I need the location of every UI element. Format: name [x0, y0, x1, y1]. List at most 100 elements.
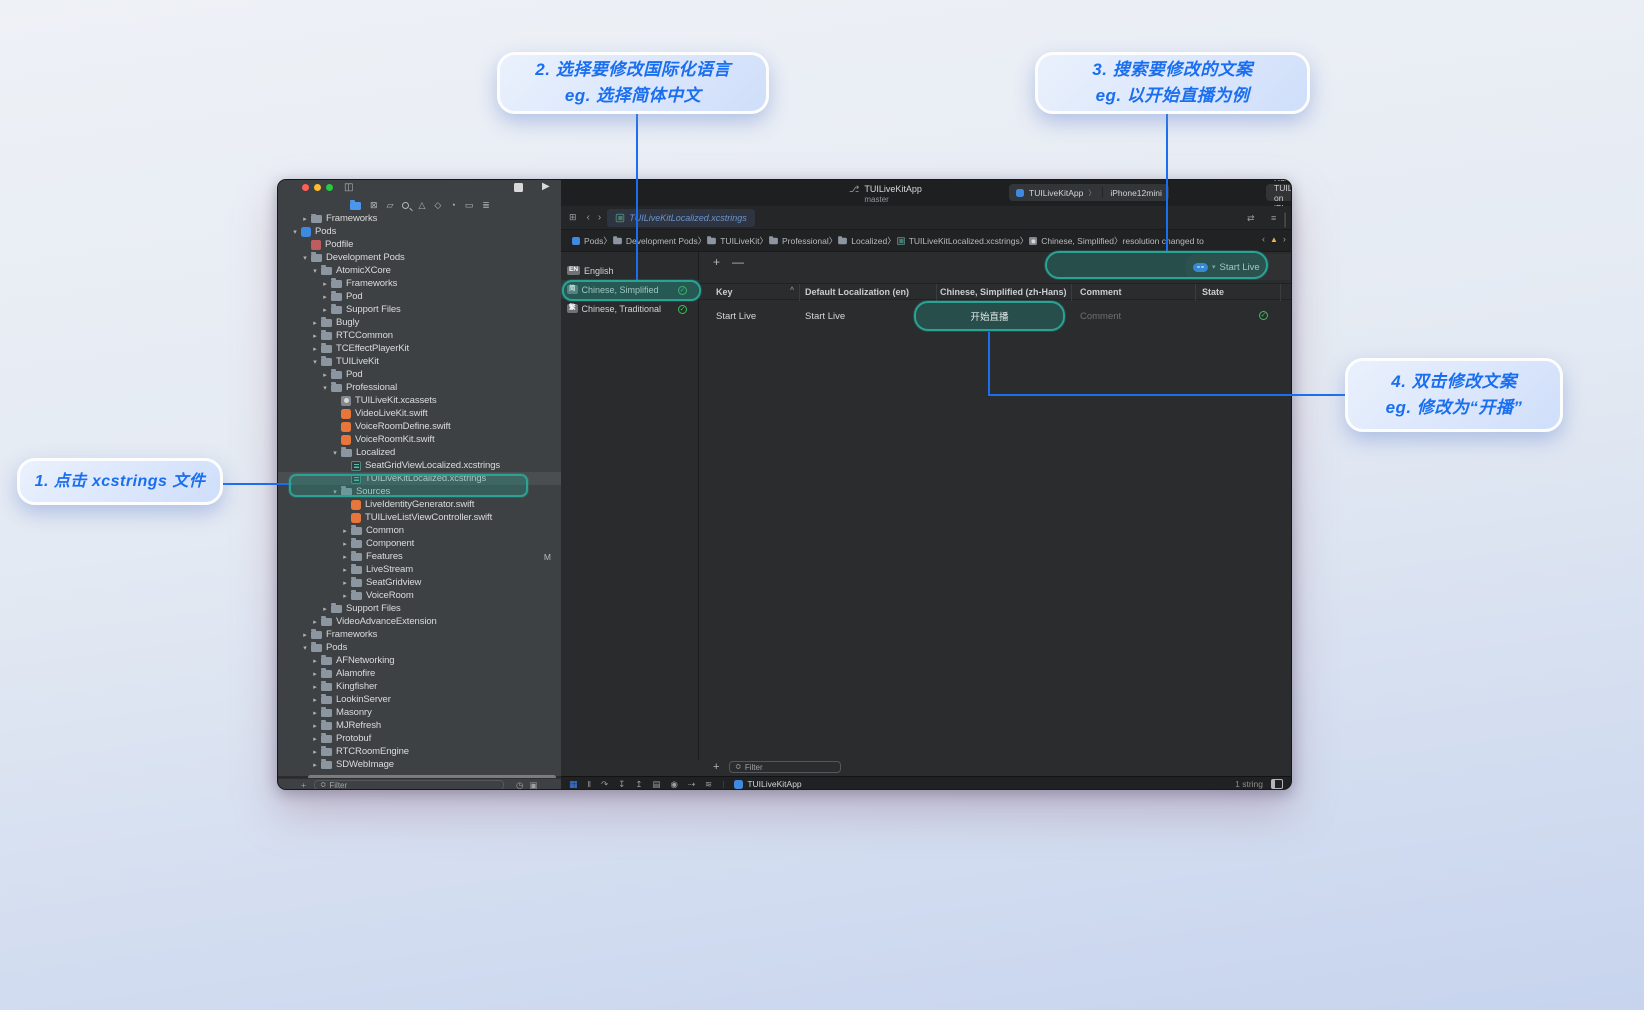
- tree-row-pod[interactable]: ▸Pod: [278, 368, 561, 381]
- tests-icon[interactable]: ◇: [434, 201, 441, 210]
- bottom-panel-icon[interactable]: [1271, 779, 1283, 789]
- sort-indicator-icon[interactable]: ^: [790, 287, 794, 294]
- disclosure-icon[interactable]: ▸: [311, 722, 319, 730]
- tree-row-development-pods[interactable]: ▾Development Pods: [278, 251, 561, 264]
- tree-row-podfile[interactable]: Podfile: [278, 238, 561, 251]
- find-icon[interactable]: [402, 202, 409, 209]
- tree-row-mjrefresh[interactable]: ▸MJRefresh: [278, 719, 561, 732]
- toggle-navigator-icon[interactable]: ◫: [344, 182, 353, 193]
- tree-row-pods[interactable]: ▾Pods: [278, 641, 561, 654]
- disclosure-icon[interactable]: ▸: [311, 748, 319, 756]
- minimap-icon[interactable]: ≡: [1271, 213, 1276, 223]
- run-destination[interactable]: iPhone12mini: [1110, 188, 1162, 198]
- running-app-chip[interactable]: TUILiveKitApp: [734, 779, 801, 789]
- step-out-icon[interactable]: ↥: [635, 780, 642, 789]
- breadcrumb-item-localized[interactable]: Localized: [837, 236, 887, 246]
- breadcrumb-item-professional[interactable]: Professional: [768, 236, 829, 246]
- tree-row-pod[interactable]: ▸Pod: [278, 290, 561, 303]
- tree-row-liveidentitygenerator-swift[interactable]: LiveIdentityGenerator.swift: [278, 498, 561, 511]
- disclosure-icon[interactable]: ▸: [311, 696, 319, 704]
- disclosure-icon[interactable]: ▸: [301, 215, 309, 223]
- disclosure-icon[interactable]: ▸: [321, 280, 329, 288]
- view-debugger-icon[interactable]: ▤: [652, 780, 660, 789]
- disclosure-icon[interactable]: ▸: [321, 293, 329, 301]
- cell-default-en[interactable]: Start Live: [805, 311, 845, 322]
- tree-row-rtccommon[interactable]: ▸RTCCommon: [278, 329, 561, 342]
- disclosure-icon[interactable]: ▸: [311, 683, 319, 691]
- remove-string-button[interactable]: —: [732, 255, 744, 269]
- stack-frames-icon[interactable]: ≋: [705, 780, 712, 789]
- disclosure-icon[interactable]: ▸: [311, 670, 319, 678]
- tree-row-common[interactable]: ▸Common: [278, 524, 561, 537]
- tree-row-kingfisher[interactable]: ▸Kingfisher: [278, 680, 561, 693]
- swap-editor-icon[interactable]: ⇄: [1247, 213, 1255, 224]
- disclosure-icon[interactable]: ▸: [341, 566, 349, 574]
- run-button[interactable]: ▶: [542, 181, 550, 192]
- issues-icon[interactable]: △: [418, 201, 425, 210]
- disclosure-icon[interactable]: ▾: [301, 644, 309, 652]
- disclosure-icon[interactable]: ▾: [311, 358, 319, 366]
- column-key[interactable]: Key: [716, 287, 733, 297]
- tree-row-features[interactable]: ▸FeaturesM: [278, 550, 561, 563]
- tree-row-livestream[interactable]: ▸LiveStream: [278, 563, 561, 576]
- crumb-warning-icon[interactable]: ▲: [1270, 235, 1278, 244]
- step-into-icon[interactable]: ↧: [618, 780, 625, 789]
- scheme-selector[interactable]: TUILiveKitApp 〉 iPhone12mini: [1009, 184, 1169, 201]
- catalog-add-button[interactable]: +: [713, 761, 719, 773]
- tree-row-localized[interactable]: ▾Localized: [278, 446, 561, 459]
- disclosure-icon[interactable]: ▸: [321, 371, 329, 379]
- cell-key[interactable]: Start Live: [716, 311, 756, 322]
- stop-button[interactable]: [514, 183, 523, 192]
- tree-row-professional[interactable]: ▾Professional: [278, 381, 561, 394]
- memory-graph-icon[interactable]: ◉: [670, 780, 677, 789]
- filter-scope-icon[interactable]: ▣: [529, 780, 537, 791]
- column-zh-hans[interactable]: Chinese, Simplified (zh-Hans): [940, 287, 1067, 297]
- tab-tuilivekitlocalized[interactable]: TUILiveKitLocalized.xcstrings: [607, 209, 755, 227]
- disclosure-icon[interactable]: ▸: [321, 306, 329, 314]
- bookmarks-icon[interactable]: ▱: [387, 201, 394, 210]
- tree-row-alamofire[interactable]: ▸Alamofire: [278, 667, 561, 680]
- breadcrumb-item-development-pods[interactable]: Development Pods: [612, 236, 698, 246]
- crumb-back-icon[interactable]: ‹: [1262, 234, 1265, 244]
- tree-row-tuilivekit-xcassets[interactable]: TUILiveKit.xcassets: [278, 394, 561, 407]
- catalog-filter-field[interactable]: ⛭ Filter: [729, 761, 841, 773]
- disclosure-icon[interactable]: ▸: [341, 579, 349, 587]
- tree-row-videolivekit-swift[interactable]: VideoLiveKit.swift: [278, 407, 561, 420]
- tree-row-sdwebimage[interactable]: ▸SDWebImage: [278, 758, 561, 770]
- cell-zh-hans[interactable]: 开始直播: [970, 309, 1008, 323]
- minimize-window-button[interactable]: [314, 184, 321, 191]
- column-state[interactable]: State: [1202, 287, 1224, 297]
- disclosure-icon[interactable]: ▾: [331, 449, 339, 457]
- tree-row-afnetworking[interactable]: ▸AFNetworking: [278, 654, 561, 667]
- simulate-location-icon[interactable]: ⇢: [688, 780, 695, 789]
- navigator-add-button[interactable]: +: [301, 780, 306, 790]
- tree-row-videoadvanceextension[interactable]: ▸VideoAdvanceExtension: [278, 615, 561, 628]
- disclosure-icon[interactable]: ▸: [311, 761, 319, 769]
- tree-row-support-files[interactable]: ▸Support Files: [278, 602, 561, 615]
- tree-row-pods[interactable]: ▾Pods: [278, 225, 561, 238]
- disclosure-icon[interactable]: ▸: [311, 657, 319, 665]
- project-navigator-icon[interactable]: [350, 202, 361, 210]
- breadcrumb-item-chinese-simplified[interactable]: Chinese, Simplified: [1028, 236, 1114, 246]
- column-default-en[interactable]: Default Localization (en): [805, 287, 909, 297]
- disclosure-icon[interactable]: ▸: [311, 319, 319, 327]
- disclosure-icon[interactable]: ▸: [311, 332, 319, 340]
- disclosure-icon[interactable]: ▸: [341, 527, 349, 535]
- zoom-window-button[interactable]: [326, 184, 333, 191]
- tree-row-seatgridview[interactable]: ▸SeatGridview: [278, 576, 561, 589]
- tree-row-atomicxcore[interactable]: ▾AtomicXCore: [278, 264, 561, 277]
- tree-row-voiceroom[interactable]: ▸VoiceRoom: [278, 589, 561, 602]
- tree-row-rtcroomengine[interactable]: ▸RTCRoomEngine: [278, 745, 561, 758]
- highlight-translation-cell[interactable]: 开始直播: [914, 301, 1065, 331]
- tree-row-frameworks[interactable]: ▸Frameworks: [278, 277, 561, 290]
- disclosure-icon[interactable]: ▸: [301, 631, 309, 639]
- debug-gauge-icon[interactable]: ◔: [450, 201, 455, 210]
- language-row-english[interactable]: ENEnglish: [561, 261, 699, 280]
- disclosure-icon[interactable]: ▸: [311, 618, 319, 626]
- tree-row-protobuf[interactable]: ▸Protobuf: [278, 732, 561, 745]
- disclosure-icon[interactable]: ▾: [301, 254, 309, 262]
- go-forward-button[interactable]: ›: [598, 212, 601, 223]
- navigator-filter-field[interactable]: ⛭ Filter: [314, 780, 504, 790]
- go-back-button[interactable]: ‹: [587, 212, 590, 223]
- step-over-icon[interactable]: ↷: [601, 780, 608, 789]
